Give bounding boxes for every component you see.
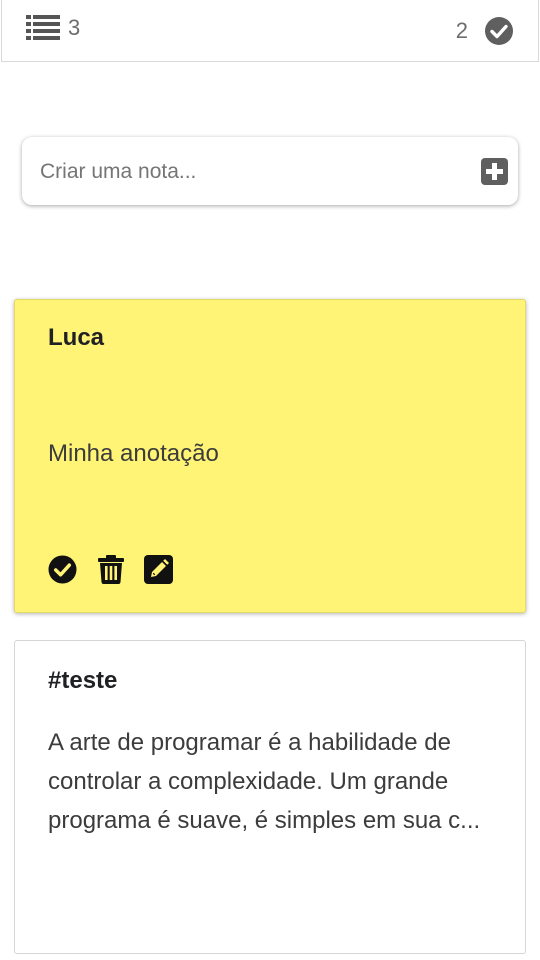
note-card[interactable]: #teste A arte de programar é a habilidad… bbox=[14, 640, 526, 954]
note-body: A arte de programar é a habilidade de co… bbox=[48, 729, 481, 834]
list-icon bbox=[26, 14, 60, 42]
note-body: Minha anotação bbox=[48, 440, 219, 467]
note-actions bbox=[48, 555, 173, 584]
mark-done-button[interactable] bbox=[48, 555, 77, 584]
done-count-group[interactable]: 2 bbox=[456, 16, 514, 46]
done-count: 2 bbox=[455, 18, 468, 43]
status-bar: 3 2 bbox=[1, 0, 539, 62]
edit-button[interactable] bbox=[144, 555, 173, 584]
delete-button[interactable] bbox=[96, 555, 125, 584]
note-card[interactable]: Luca Minha anotação bbox=[14, 299, 526, 613]
check-circle-icon bbox=[48, 555, 77, 584]
create-note-input[interactable] bbox=[38, 155, 462, 189]
trash-icon bbox=[97, 555, 124, 584]
check-circle-icon bbox=[484, 16, 514, 46]
create-note-bar bbox=[22, 137, 518, 205]
add-note-button[interactable] bbox=[481, 158, 508, 185]
edit-icon bbox=[144, 555, 173, 584]
plus-square-icon bbox=[481, 158, 508, 185]
notes-count: 3 bbox=[68, 15, 81, 40]
notes-count-group[interactable]: 3 bbox=[26, 14, 80, 42]
note-title: #teste bbox=[48, 667, 118, 694]
note-title: Luca bbox=[48, 324, 105, 351]
